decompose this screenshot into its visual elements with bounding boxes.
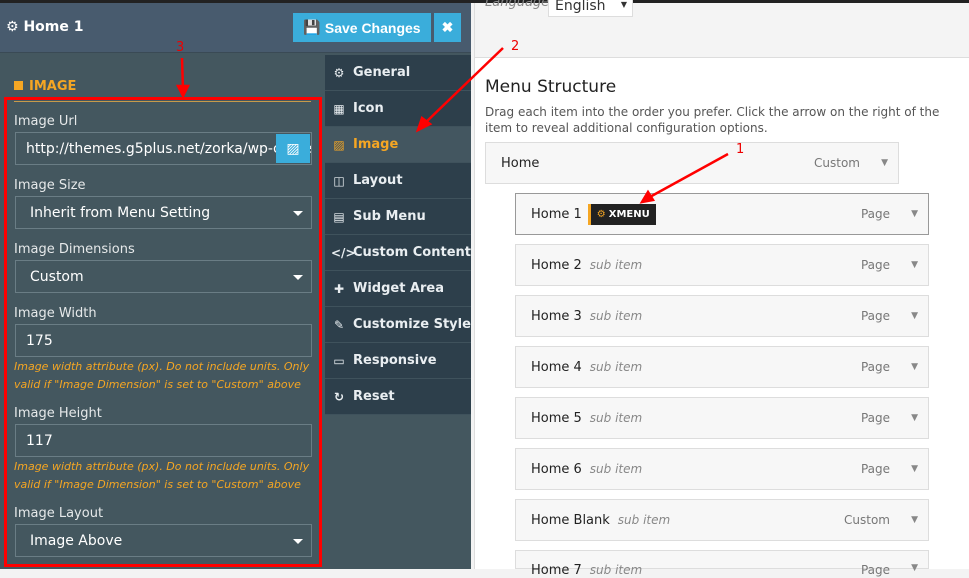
annotation-arrowhead-3 — [175, 84, 191, 99]
annotation-arrow-2 — [423, 47, 504, 125]
annotation-arrow-1 — [647, 152, 729, 200]
annotation-2: 2 — [511, 39, 520, 54]
annotation-arrows — [175, 47, 729, 204]
annotation-1: 1 — [736, 142, 745, 157]
annotation-arrowhead-1 — [639, 189, 656, 204]
annotation-3: 3 — [176, 40, 185, 55]
